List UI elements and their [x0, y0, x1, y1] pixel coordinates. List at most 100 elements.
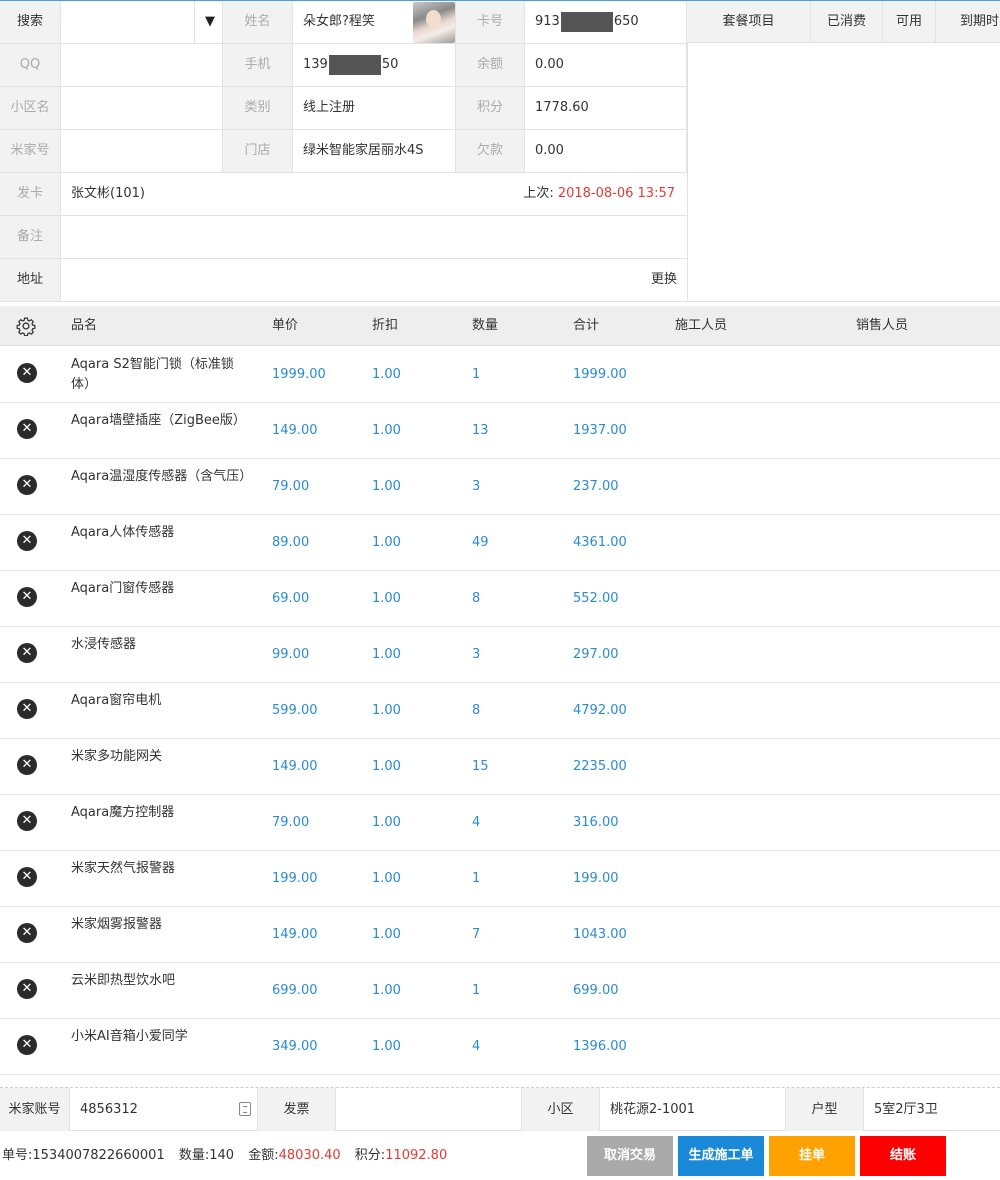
community-field[interactable]: [61, 87, 223, 129]
item-discount[interactable]: 1.00: [372, 1037, 401, 1057]
item-price[interactable]: 79.00: [272, 813, 309, 833]
cancel-transaction-button[interactable]: 取消交易: [587, 1136, 673, 1176]
close-circle-icon[interactable]: ✕: [17, 755, 37, 775]
total-qty-label: 数量:: [178, 1148, 210, 1163]
package-col-available: 可用: [883, 1, 936, 43]
item-qty[interactable]: 4: [472, 813, 480, 833]
member-row-1: 搜索 ▼ 姓名 朵女郎?程笑 卡号 913 650: [0, 1, 687, 44]
item-discount[interactable]: 1.00: [372, 813, 401, 833]
member-row-3: 小区名 类别 线上注册 积分 1778.60: [0, 87, 687, 130]
search-select[interactable]: ▼: [61, 1, 223, 43]
hold-order-button[interactable]: 挂单: [769, 1136, 855, 1176]
total-amount-label: 金额:: [248, 1148, 279, 1163]
qq-label: QQ: [0, 44, 61, 86]
package-list: [687, 43, 1000, 302]
type-label: 类别: [223, 87, 293, 129]
house-layout-field[interactable]: 5室2厅3卫: [864, 1088, 1000, 1131]
close-circle-icon[interactable]: ✕: [17, 1035, 37, 1055]
item-discount[interactable]: 1.00: [372, 421, 401, 441]
item-discount[interactable]: 1.00: [372, 869, 401, 889]
close-circle-icon[interactable]: ✕: [17, 923, 37, 943]
community-field-bottom[interactable]: 桃花源2-1001: [600, 1088, 786, 1131]
gear-icon[interactable]: [16, 316, 36, 336]
item-price[interactable]: 79.00: [272, 477, 309, 497]
card-icon[interactable]: [239, 1102, 251, 1116]
item-discount[interactable]: 1.00: [372, 365, 401, 385]
item-price[interactable]: 1999.00: [272, 365, 326, 385]
last-visit-label: 上次:: [523, 186, 554, 201]
col-discount: 折扣: [372, 318, 399, 333]
member-row-5: 发卡 张文彬(101) 上次: 2018-08-06 13:57: [0, 173, 687, 216]
member-row-4: 米家号 门店 绿米智能家居丽水4S 欠款 0.00: [0, 130, 687, 173]
item-total: 4792.00: [573, 703, 627, 718]
item-discount[interactable]: 1.00: [372, 589, 401, 609]
invoice-label: 发票: [258, 1088, 336, 1131]
note-field[interactable]: [61, 216, 687, 258]
item-qty[interactable]: 7: [472, 925, 480, 945]
checkout-button[interactable]: 结账: [860, 1136, 946, 1176]
close-circle-icon[interactable]: ✕: [17, 475, 37, 495]
item-name: 水浸传感器: [71, 637, 137, 652]
total-points-label: 积分:: [354, 1148, 386, 1163]
item-price[interactable]: 599.00: [272, 701, 318, 721]
item-price[interactable]: 149.00: [272, 757, 318, 777]
item-price[interactable]: 89.00: [272, 533, 309, 553]
item-qty[interactable]: 3: [472, 477, 480, 497]
close-circle-icon[interactable]: ✕: [17, 363, 37, 383]
item-total: 1396.00: [573, 1039, 627, 1054]
item-discount[interactable]: 1.00: [372, 757, 401, 777]
item-name: Aqara门窗传感器: [71, 581, 175, 596]
address-field[interactable]: 更换: [61, 259, 687, 301]
mijia-account-field[interactable]: 4856312: [70, 1088, 258, 1131]
item-name: Aqara魔方控制器: [71, 805, 175, 820]
generate-work-order-button[interactable]: 生成施工单: [678, 1136, 764, 1176]
item-total: 297.00: [573, 647, 619, 662]
close-circle-icon[interactable]: ✕: [17, 867, 37, 887]
item-qty[interactable]: 1: [472, 981, 480, 1001]
item-qty[interactable]: 1: [472, 365, 480, 385]
caret-down-icon[interactable]: ▼: [205, 1, 215, 43]
col-price: 单价: [272, 318, 299, 333]
table-row: ✕ Aqara墙壁插座（ZigBee版） 149.00 1.00 13 1937…: [0, 403, 1000, 459]
item-discount[interactable]: 1.00: [372, 701, 401, 721]
mijia-account-value: 4856312: [80, 1102, 138, 1117]
close-circle-icon[interactable]: ✕: [17, 643, 37, 663]
close-circle-icon[interactable]: ✕: [17, 419, 37, 439]
invoice-field[interactable]: [336, 1088, 522, 1131]
item-qty[interactable]: 15: [472, 757, 489, 777]
item-price[interactable]: 99.00: [272, 645, 309, 665]
issuer-text: 张文彬(101): [71, 186, 145, 201]
item-discount[interactable]: 1.00: [372, 981, 401, 1001]
total-amount-value: 48030.40: [278, 1148, 341, 1163]
item-qty[interactable]: 4: [472, 1037, 480, 1057]
item-price[interactable]: 349.00: [272, 1037, 318, 1057]
item-price[interactable]: 149.00: [272, 925, 318, 945]
item-discount[interactable]: 1.00: [372, 477, 401, 497]
close-circle-icon[interactable]: ✕: [17, 811, 37, 831]
note-label: 备注: [0, 216, 61, 258]
close-circle-icon[interactable]: ✕: [17, 979, 37, 999]
item-discount[interactable]: 1.00: [372, 925, 401, 945]
item-price[interactable]: 199.00: [272, 869, 318, 889]
item-qty[interactable]: 1: [472, 869, 480, 889]
item-qty[interactable]: 8: [472, 589, 480, 609]
close-circle-icon[interactable]: ✕: [17, 531, 37, 551]
item-qty[interactable]: 3: [472, 645, 480, 665]
mijia-field[interactable]: [61, 130, 223, 172]
qq-field[interactable]: [61, 44, 223, 86]
close-circle-icon[interactable]: ✕: [17, 699, 37, 719]
change-address-button[interactable]: 更换: [651, 259, 677, 301]
close-circle-icon[interactable]: ✕: [17, 587, 37, 607]
points-value: 1778.60: [525, 87, 687, 129]
item-discount[interactable]: 1.00: [372, 645, 401, 665]
item-discount[interactable]: 1.00: [372, 533, 401, 553]
item-qty[interactable]: 8: [472, 701, 480, 721]
item-price[interactable]: 69.00: [272, 589, 309, 609]
items-table-header: 品名 单价 折扣 数量 合计 施工人员 销售人员: [0, 306, 1000, 346]
item-price[interactable]: 699.00: [272, 981, 318, 1001]
table-row: ✕ 水浸传感器 99.00 1.00 3 297.00: [0, 627, 1000, 683]
item-qty[interactable]: 49: [472, 533, 489, 553]
item-qty[interactable]: 13: [472, 421, 489, 441]
package-col-item: 套餐项目: [687, 1, 811, 43]
item-price[interactable]: 149.00: [272, 421, 318, 441]
